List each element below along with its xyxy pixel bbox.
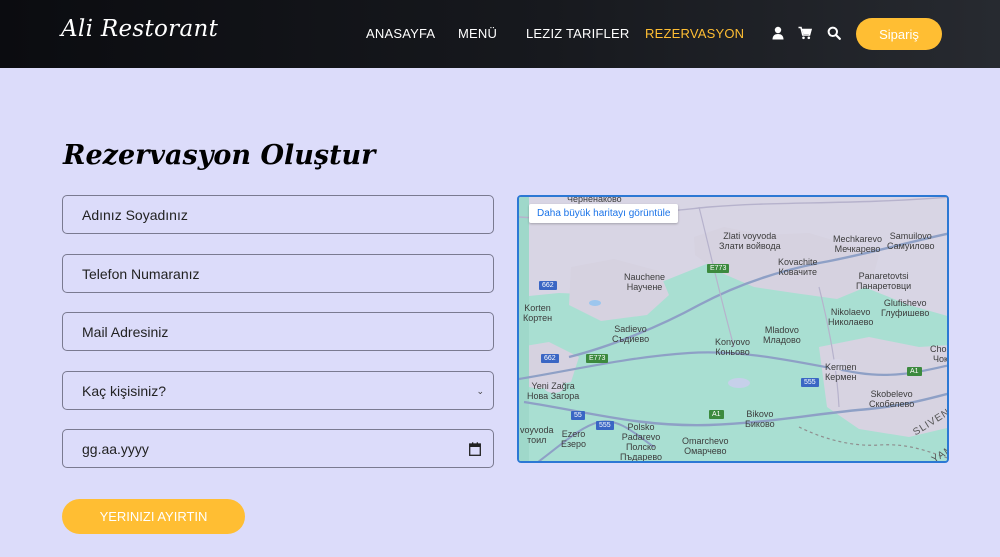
search-icon[interactable] [827, 26, 841, 40]
map-place-voyvoda: voyvoda тоил [520, 425, 554, 445]
map-place-panaretovtsi: Panaretovtsi Панаретовци [856, 271, 912, 291]
map-place-sadievo: Sadievo Съдиево [612, 324, 650, 344]
map-place-mladovo: Mladovo Младово [763, 325, 801, 345]
map-place-nova-zagora: Yeni Zağra Нова Загора [527, 381, 580, 401]
map-place-glufishevo: Glufishevo Глуфишево [881, 298, 930, 318]
map-road-shield: E773 [586, 354, 609, 363]
map-road-shield: 55 [571, 411, 585, 420]
nav-link-menu[interactable]: MENÜ [458, 26, 497, 41]
nav-link-home[interactable]: ANASAYFA [366, 26, 435, 41]
map-place-bikovo: Bikovo Биково [745, 409, 775, 429]
view-larger-map-link[interactable]: Daha büyük haritayı görüntüle [529, 204, 679, 223]
map-road-shield: A1 [709, 410, 724, 419]
map-place-konyovo: Konyovo Коньово [715, 337, 751, 357]
map-road-shield: 662 [539, 281, 557, 290]
map-place-kovachite: Kovachite Ковачите [778, 257, 818, 277]
map-road-shield: E773 [707, 264, 730, 273]
map-road-shield: 662 [541, 354, 559, 363]
map-place-chok: Chok Чок [930, 344, 949, 364]
map-place-polsko-padarevo: Polsko Padarevo Полско Пъдарево [619, 422, 663, 462]
map-place-omarchevo: Omarchevo Омарчево [682, 436, 729, 456]
navbar: Ali Restorant ANASAYFA MENÜ LEZIZ TARIFL… [0, 0, 1000, 68]
nav-link-reservation[interactable]: REZERVASYON [645, 26, 744, 41]
name-input[interactable]: Adınız Soyadınız [62, 195, 494, 234]
date-input-value: gg.aa.yyyy [82, 440, 149, 457]
map-place-skobelevo: Skobelevo Скобелево [869, 389, 915, 409]
chevron-down-icon: ⌄ [476, 386, 484, 396]
guests-select-label: Kaç kişisiniz? [82, 382, 167, 399]
email-input[interactable]: Mail Adresiniz [62, 312, 494, 351]
calendar-icon[interactable] [469, 442, 481, 456]
map-place-chernenakovo: Черненаково [567, 195, 622, 204]
map-road-shield: 555 [801, 378, 819, 387]
reservation-title: Rezervasyon Oluştur [63, 140, 376, 171]
map-place-mechkarevo: Mechkarevo Мечкарево [833, 234, 883, 254]
phone-input[interactable]: Telefon Numaranız [62, 254, 494, 293]
map-place-nauchene: Nauchene Научене [624, 272, 666, 292]
order-button[interactable]: Sipariş [856, 18, 942, 50]
map-place-zlati-voyvoda: Zlati voyvoda Злати войвода [719, 231, 781, 251]
date-input[interactable]: gg.aa.yyyy [62, 429, 494, 468]
guests-select[interactable]: Kaç kişisiniz? ⌄ [62, 371, 494, 410]
map-place-samuilovo: Samuilovo Самуилово [887, 231, 935, 251]
cart-icon[interactable] [798, 26, 812, 40]
user-icon[interactable] [771, 26, 785, 40]
location-map[interactable]: Daha büyük haritayı görüntüle Черненаков… [517, 195, 949, 463]
map-place-nikolaevo: Nikolaevo Николаево [828, 307, 874, 327]
map-road-shield: A1 [907, 367, 922, 376]
nav-link-recipes[interactable]: LEZIZ TARIFLER [526, 26, 629, 41]
map-road-shield: 555 [596, 421, 614, 430]
map-place-ezero: Ezero Езеро [561, 429, 587, 449]
map-place-kermen: Kermen Кермен [825, 362, 857, 382]
submit-reservation-button[interactable]: YERINIZI AYIRTIN [62, 499, 245, 534]
map-place-korten: Korten Кортен [523, 303, 553, 323]
brand-logo[interactable]: Ali Restorant [61, 16, 218, 42]
